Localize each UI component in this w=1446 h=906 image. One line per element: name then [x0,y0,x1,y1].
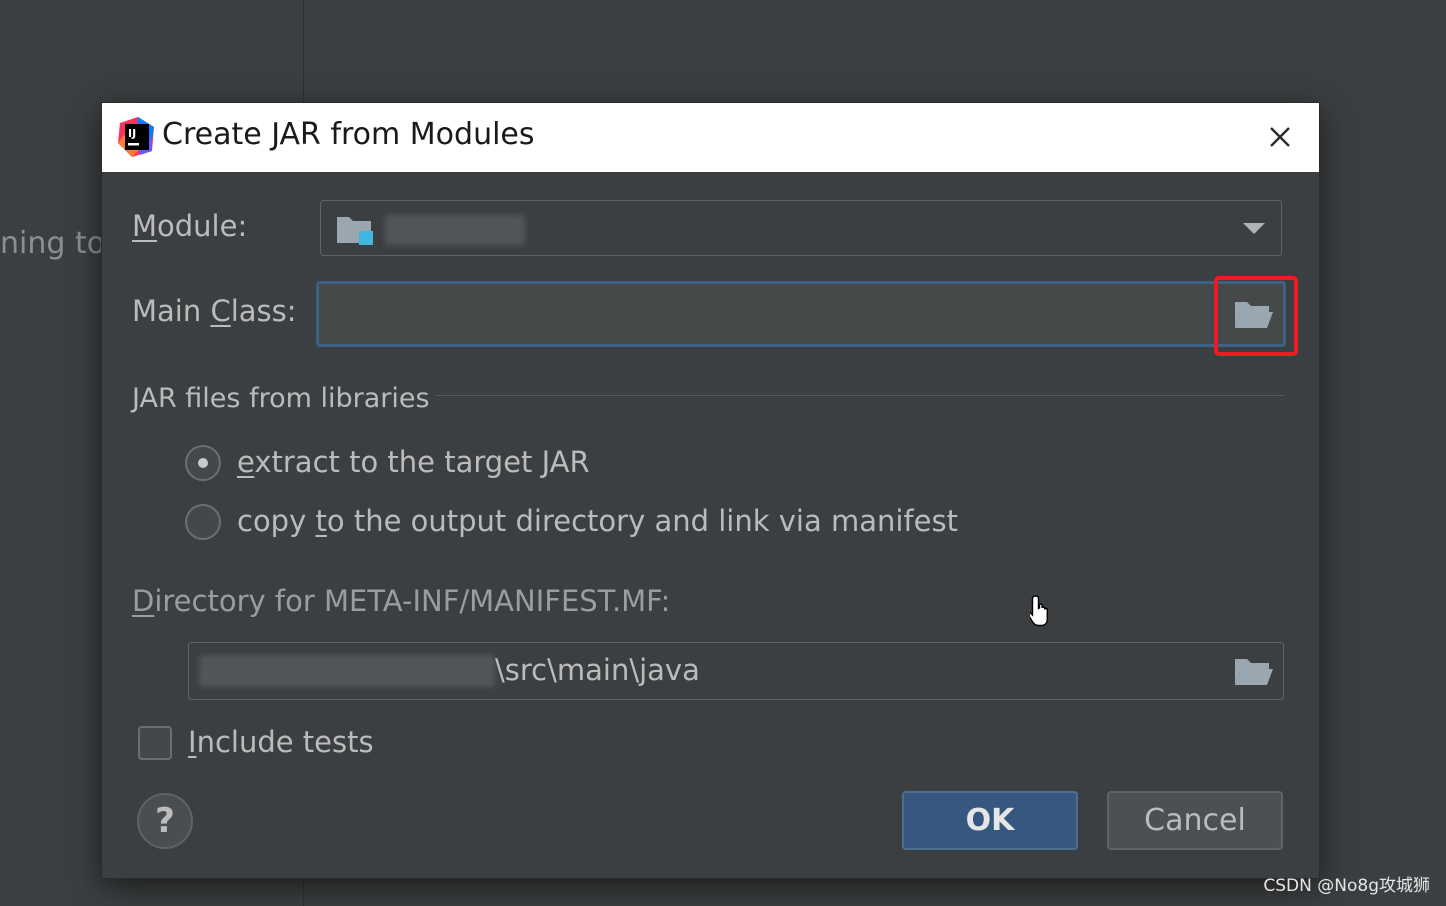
cancel-button[interactable]: Cancel [1107,791,1283,850]
include-tests-checkbox[interactable] [138,726,172,760]
watermark: CSDN @No8g攻城狮 [1263,876,1430,896]
open-folder-icon [1235,659,1273,685]
ok-button[interactable]: OK [902,791,1078,850]
chevron-down-icon[interactable] [1243,223,1265,234]
copy-radio[interactable] [185,504,221,540]
manifest-dir-input[interactable]: \src\main\java [188,642,1284,700]
extract-radio[interactable] [185,445,221,481]
module-dropdown[interactable] [320,200,1282,256]
manifest-dir-value: \src\main\java [495,653,700,687]
manifest-dir-browse-button[interactable] [1233,655,1273,691]
hand-pointer-icon [1030,595,1048,627]
path-redacted [199,655,495,687]
module-value-redacted [385,215,525,245]
module-label: Module: [132,209,248,243]
main-class-input[interactable] [316,281,1286,347]
main-class-label: Main Class: [132,294,297,328]
background-partial-text: ning to [0,226,106,261]
manifest-dir-label: Directory for META-INF/MANIFEST.MF: [132,584,671,618]
dialog-title: Create JAR from Modules [162,117,535,152]
close-icon[interactable] [1263,120,1297,154]
dialog-titlebar: IJ Create JAR from Modules [102,103,1319,172]
svg-text:IJ: IJ [128,127,136,140]
browse-highlight-box [1214,276,1298,356]
intellij-idea-icon: IJ [118,117,154,157]
group-separator [436,395,1284,396]
help-icon[interactable]: ? [137,793,193,849]
copy-label[interactable]: copy to the output directory and link vi… [237,504,958,538]
create-jar-dialog: IJ Create JAR from Modules Module: Main … [102,103,1319,878]
radio-selected-dot [198,458,208,468]
libraries-group-title: JAR files from libraries [132,383,430,414]
module-folder-icon [337,217,373,245]
extract-label[interactable]: extract to the target JAR [237,445,590,479]
include-tests-label[interactable]: Include tests [188,725,374,759]
